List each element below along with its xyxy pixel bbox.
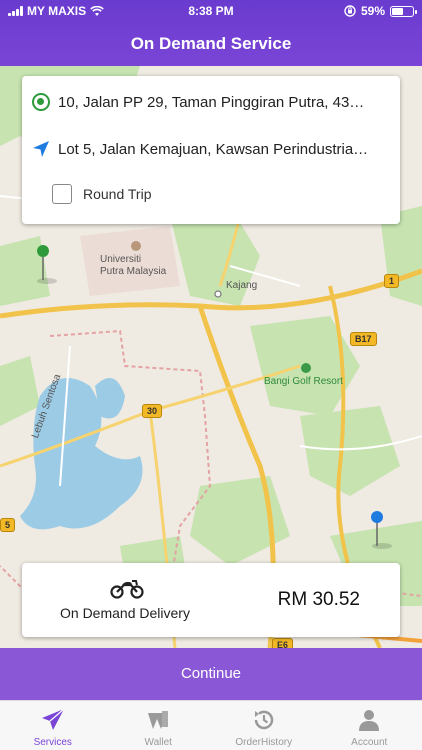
location-arrow-icon [33, 141, 49, 157]
motorcycle-icon [110, 580, 144, 599]
round-trip-checkbox[interactable] [52, 184, 72, 204]
golf-icon [301, 363, 311, 373]
page-title: On Demand Service [130, 34, 292, 53]
delivery-service-label: On Demand Delivery [60, 605, 190, 621]
destination-address-field[interactable]: Lot 5, Jalan Kemajuan, Kawsan Perindustr… [32, 136, 390, 162]
road-badge-5: 5 [0, 518, 16, 532]
tab-wallet[interactable]: Wallet [106, 701, 212, 750]
origin-target-icon [32, 93, 50, 111]
university-icon [131, 241, 141, 251]
round-trip-toggle[interactable]: Round Trip [52, 184, 151, 204]
continue-button[interactable]: Continue [0, 648, 422, 700]
tab-order-history[interactable]: OrderHistory [211, 701, 317, 750]
battery-icon [390, 5, 417, 17]
road-badge-b17: B17 [350, 332, 377, 346]
origin-address-field[interactable]: 10, Jalan PP 29, Taman Pinggiran Putra, … [32, 89, 390, 115]
road-badge-30: 30 [142, 404, 163, 418]
route-card: 10, Jalan PP 29, Taman Pinggiran Putra, … [22, 76, 400, 224]
map-label-golf: Bangi Golf Resort [264, 376, 343, 387]
wallet-icon [148, 711, 169, 729]
status-bar: MY MAXIS 8:38 PM 59% [0, 0, 422, 22]
road-badge-e6: E6 [272, 638, 294, 648]
road-badge-1: 1 [384, 274, 400, 288]
tab-label: Services [33, 737, 72, 748]
map-label-upm-2: Putra Malaysia [100, 266, 167, 277]
battery-percent: 59% [360, 4, 385, 18]
tab-bar: Services Wallet OrderHistory Account [0, 700, 422, 750]
orientation-lock-icon [344, 5, 356, 17]
tab-label: OrderHistory [235, 737, 293, 748]
history-icon [254, 710, 273, 730]
tab-services[interactable]: Services [0, 701, 106, 750]
kajang-marker-icon [214, 290, 222, 298]
top-bar: MY MAXIS 8:38 PM 59% On Demand Service [0, 0, 422, 66]
round-trip-label: Round Trip [83, 186, 152, 202]
delivery-option-card[interactable]: On Demand Delivery RM 30.52 [22, 563, 400, 637]
destination-address-text: Lot 5, Jalan Kemajuan, Kawsan Perindustr… [58, 140, 369, 158]
delivery-price: RM 30.52 [277, 589, 360, 610]
paper-plane-icon [41, 708, 65, 730]
user-icon [359, 710, 380, 731]
tab-label: Account [351, 737, 388, 748]
origin-address-text: 10, Jalan PP 29, Taman Pinggiran Putra, … [58, 93, 365, 111]
tab-account[interactable]: Account [317, 701, 422, 750]
tab-label: Wallet [144, 737, 172, 748]
map-label-upm-1: Universiti [100, 254, 142, 265]
map-label-kajang: Kajang [226, 280, 258, 291]
